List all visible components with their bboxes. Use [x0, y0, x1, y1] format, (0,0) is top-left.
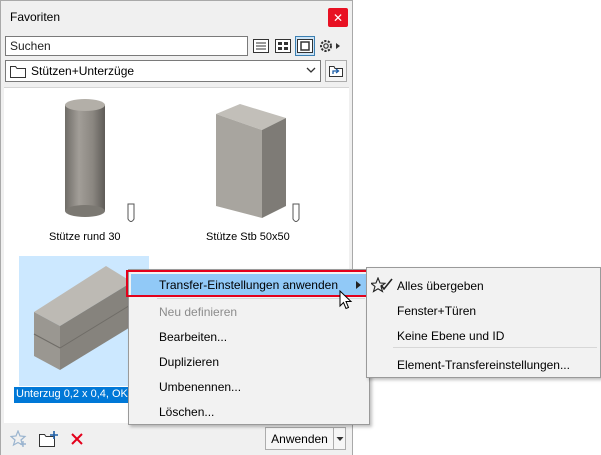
chevron-down-icon [336, 436, 343, 441]
gear-icon [320, 40, 340, 52]
folder-up-icon [329, 66, 343, 77]
apply-dropdown-button[interactable] [334, 427, 346, 450]
list-view-button[interactable] [251, 36, 271, 56]
menu-item-label: Neu definieren [159, 305, 238, 319]
beam-thumbnail[interactable] [30, 260, 140, 378]
preview-view-button[interactable] [295, 36, 315, 56]
submenu-item-label: Alles übergeben [397, 279, 484, 293]
menu-item-label: Transfer-Einstellungen anwenden [159, 278, 338, 292]
square-column-thumbnail[interactable] [214, 102, 296, 222]
submenu-arrow-icon [356, 281, 361, 289]
grid-view-button[interactable] [273, 36, 293, 56]
menu-item-delete[interactable]: Löschen... [129, 400, 369, 424]
star-check-icon [371, 277, 393, 293]
folder-dropdown-value: Stützen+Unterzüge [31, 64, 135, 78]
parent-folder-button[interactable] [325, 60, 347, 82]
close-icon: ✕ [332, 10, 344, 25]
menu-item-label: Umbenennen... [159, 380, 242, 394]
menu-item-rename[interactable]: Umbenennen... [129, 375, 369, 399]
menu-item-label: Löschen... [159, 405, 215, 419]
delete-button[interactable] [67, 429, 87, 449]
window-title: Favoriten [10, 10, 61, 24]
round-column-thumbnail[interactable] [60, 96, 110, 221]
submenu-item-label: Element-Transfereinstellungen... [397, 358, 570, 372]
search-input[interactable] [5, 36, 248, 56]
menu-item-duplicate[interactable]: Duplizieren [129, 350, 369, 374]
submenu-item-element-transfer-settings[interactable]: Element-Transfereinstellungen... [367, 353, 600, 377]
item-label[interactable]: Stütze rund 30 [49, 231, 121, 243]
title-bar: Favoriten ✕ [1, 1, 352, 33]
mouse-pointer-icon [339, 290, 353, 310]
star-add-icon [10, 430, 27, 447]
bottom-toolbar: Anwenden [1, 423, 352, 455]
grid-view-icon [275, 39, 291, 53]
context-menu: Transfer-Einstellungen anwenden Neu defi… [128, 269, 370, 425]
submenu-separator [393, 347, 597, 348]
submenu-item-no-layer-id[interactable]: Keine Ebene und ID [367, 324, 600, 348]
submenu-item-label: Fenster+Türen [397, 304, 477, 318]
item-label[interactable]: Stütze Stb 50x50 [206, 231, 290, 243]
settings-menu-button[interactable] [317, 36, 345, 56]
menu-item-redefine: Neu definieren [129, 300, 369, 324]
selected-item-label[interactable]: Unterzug 0,2 x 0,4, OK [13, 386, 132, 404]
menu-item-edit[interactable]: Bearbeiten... [129, 325, 369, 349]
apply-button[interactable]: Anwenden [265, 427, 334, 450]
submenu-item-label: Keine Ebene und ID [397, 329, 505, 343]
list-view-icon [253, 39, 269, 53]
close-button[interactable]: ✕ [328, 8, 348, 27]
menu-item-label: Duplizieren [159, 355, 220, 369]
chevron-down-icon [306, 67, 316, 73]
folder-dropdown[interactable]: Stützen+Unterzüge [5, 60, 321, 82]
transfer-submenu: Alles übergeben Fenster+Türen Keine Eben… [366, 267, 601, 378]
preview-view-icon [297, 39, 313, 53]
add-favorite-button[interactable] [9, 429, 29, 449]
menu-item-transfer-settings[interactable]: Transfer-Einstellungen anwenden [131, 274, 367, 296]
pin-icon [292, 203, 300, 222]
menu-item-label: Bearbeiten... [159, 330, 228, 344]
delete-x-icon [71, 433, 83, 445]
menu-separator [157, 298, 365, 299]
folder-add-icon [39, 431, 58, 447]
new-folder-button[interactable] [39, 429, 59, 449]
submenu-item-transfer-all[interactable]: Alles übergeben [367, 274, 600, 298]
pin-icon [127, 203, 135, 222]
submenu-item-windows-doors[interactable]: Fenster+Türen [367, 299, 600, 323]
folder-icon [10, 66, 26, 78]
